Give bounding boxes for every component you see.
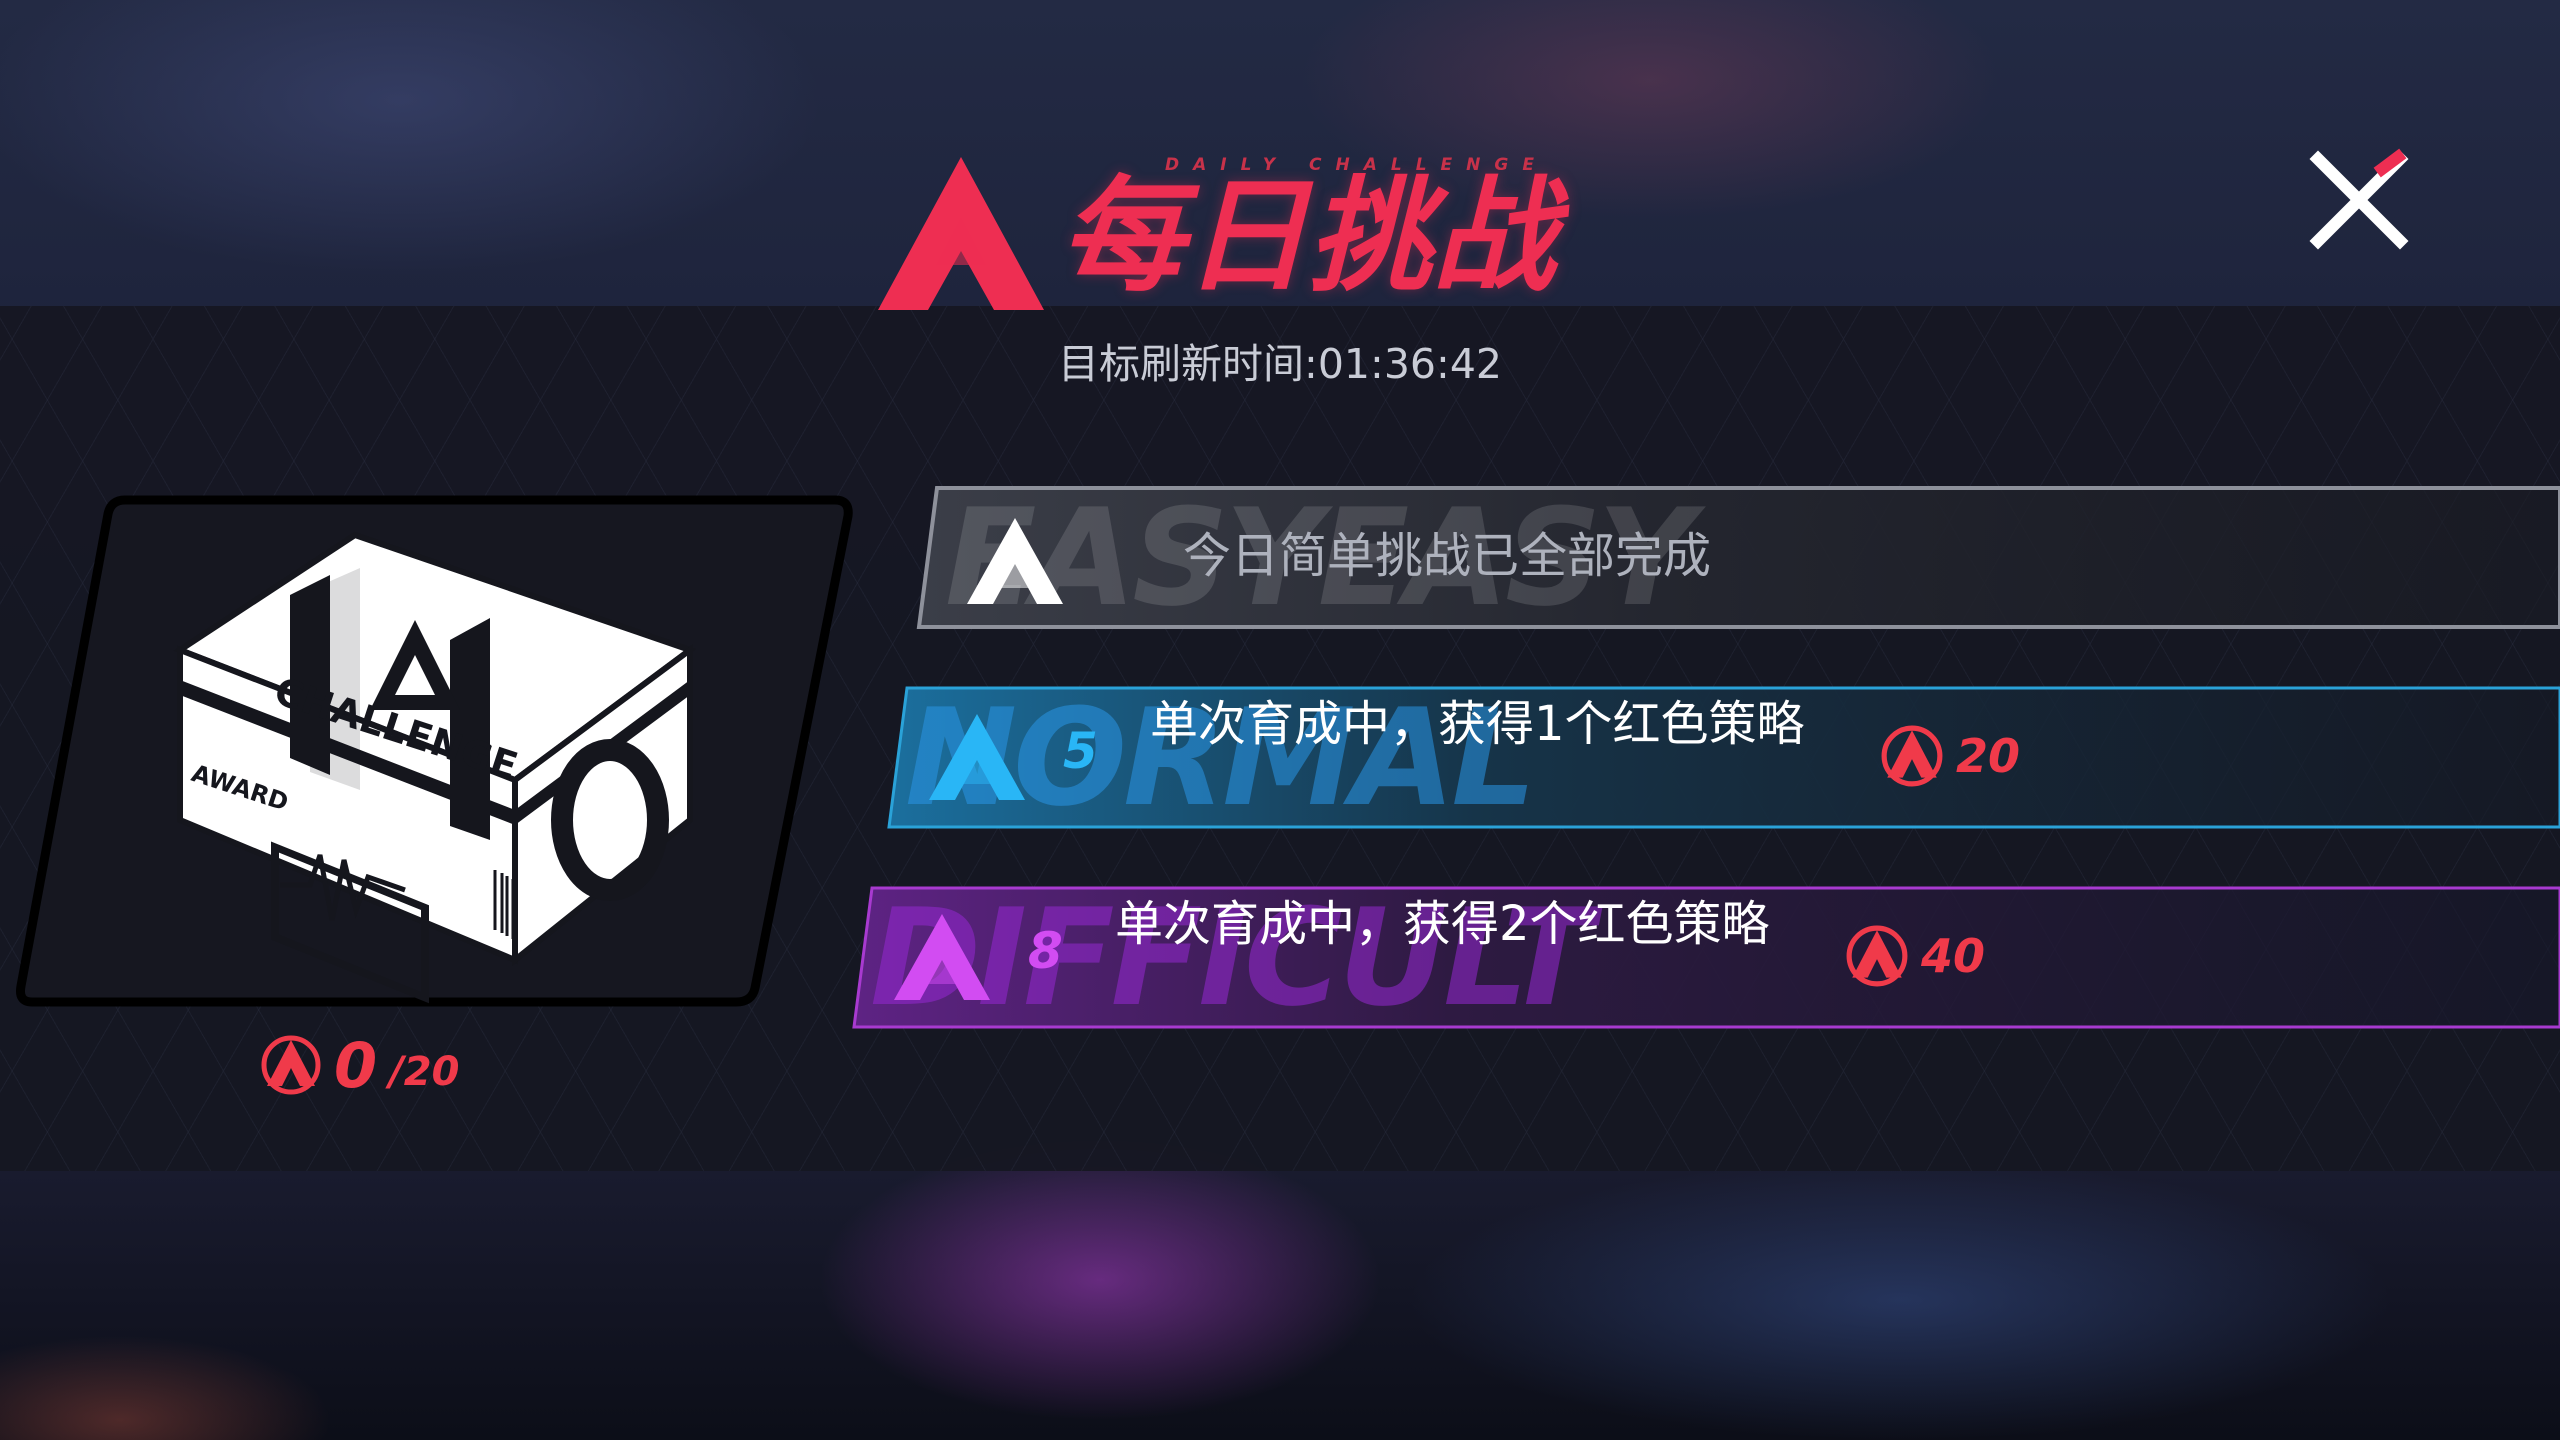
challenge-token-icon [261, 1035, 321, 1095]
challenge-logo-icon [878, 157, 1044, 310]
normal-logo-icon [929, 714, 1025, 800]
difficult-level: 8 [1028, 922, 1063, 980]
difficult-logo-icon [894, 914, 990, 1000]
chest-frame: CHALLENGE AWARD [16, 495, 853, 1007]
challenge-token-icon [1846, 925, 1908, 987]
easy-status: 今日简单挑战已全部完成 [1183, 528, 1712, 584]
refresh-timer: 目标刷新时间:01:36:42 [0, 330, 2560, 390]
challenge-token-icon [1881, 725, 1943, 787]
challenge-row-easy: EASYEASY 今日简单挑战已全部完成 [915, 484, 2560, 629]
refresh-label: 目标刷新时间: [1058, 340, 1318, 388]
difficult-description: 单次育成中，获得2个红色策略 [1115, 896, 1770, 952]
reward-chest-card[interactable]: CHALLENGE AWARD [10, 490, 860, 1010]
normal-level: 5 [1063, 722, 1098, 780]
refresh-time: 01:36:42 [1317, 340, 1502, 388]
title-main: 每日挑战 [1060, 165, 1557, 309]
progress-total: /20 [389, 1049, 460, 1095]
page-title: DAILY CHALLENGE 每日挑战 [870, 145, 1630, 315]
challenge-row-normal[interactable]: NORMAL 5 单次育成中，获得1个红色策略 20 [885, 684, 2560, 829]
close-icon [2309, 148, 2409, 250]
easy-logo-icon [967, 518, 1063, 604]
difficult-reward-amount: 40 [1921, 929, 1986, 983]
challenge-row-difficult[interactable]: DIFFICULT 8 单次育成中，获得2个红色策略 40 [850, 884, 2560, 1029]
normal-reward: 20 [1880, 724, 2020, 788]
difficult-reward: 40 [1845, 924, 1985, 988]
normal-description: 单次育成中，获得1个红色策略 [1150, 696, 1805, 752]
progress-current: 0 [334, 1028, 378, 1102]
chest-progress: 0 /20 [260, 1028, 460, 1102]
normal-reward-amount: 20 [1956, 729, 2021, 783]
close-button[interactable] [2300, 145, 2420, 255]
